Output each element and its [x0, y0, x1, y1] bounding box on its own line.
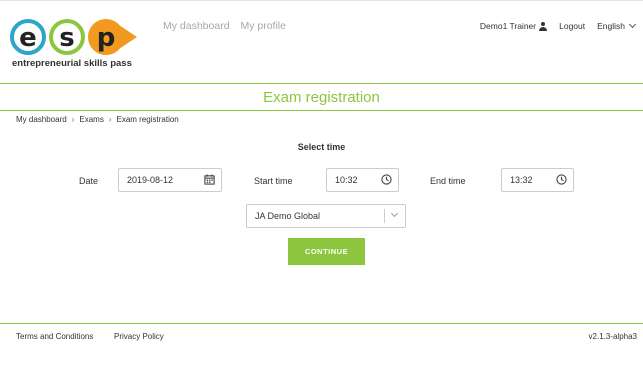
- header: e s p entrepreneurial skills pass My das…: [0, 1, 643, 83]
- footer-divider: [0, 323, 643, 324]
- breadcrumb: My dashboard › Exams › Exam registration: [16, 115, 179, 124]
- breadcrumb-chevron-icon: ›: [108, 115, 112, 124]
- logout-link[interactable]: Logout: [559, 21, 585, 31]
- end-time-input[interactable]: 13:32: [501, 168, 574, 192]
- organisation-select[interactable]: JA Demo Global: [246, 204, 406, 228]
- organisation-value: JA Demo Global: [255, 211, 321, 221]
- breadcrumb-exams[interactable]: Exams: [79, 115, 103, 124]
- start-time-value: 10:32: [335, 175, 358, 185]
- date-value: 2019-08-12: [127, 175, 174, 185]
- start-time-label: Start time: [254, 176, 293, 186]
- user-name: Demo1 Trainer: [479, 21, 537, 31]
- user-menu[interactable]: Demo1 Trainer: [479, 21, 548, 31]
- user-area: Demo1 Trainer Logout English: [468, 20, 637, 31]
- form-heading: Select time: [297, 142, 346, 152]
- language-label: English: [597, 21, 625, 31]
- title-divider: [0, 110, 643, 111]
- privacy-link[interactable]: Privacy Policy: [114, 332, 164, 341]
- logo-circles: e s p: [10, 17, 140, 57]
- chevron-down-icon: [628, 20, 637, 29]
- logo-letter-s: s: [49, 19, 85, 55]
- terms-link[interactable]: Terms and Conditions: [16, 332, 93, 341]
- date-label: Date: [79, 176, 99, 186]
- clock-icon[interactable]: [556, 174, 567, 185]
- logo-letter-p: p: [88, 19, 124, 55]
- start-time-input[interactable]: 10:32: [326, 168, 399, 192]
- logout-label: Logout: [559, 21, 586, 31]
- calendar-icon[interactable]: [204, 174, 215, 185]
- breadcrumb-my-dashboard[interactable]: My dashboard: [16, 115, 67, 124]
- header-divider: [0, 83, 643, 84]
- user-icon: [539, 22, 548, 31]
- breadcrumb-exam-registration: Exam registration: [116, 115, 179, 124]
- breadcrumb-chevron-icon: ›: [71, 115, 75, 124]
- logo-tagline: entrepreneurial skills pass: [12, 58, 132, 69]
- end-time-value: 13:32: [510, 175, 533, 185]
- date-input[interactable]: 2019-08-12: [118, 168, 222, 192]
- select-divider: [384, 209, 385, 223]
- nav-my-profile[interactable]: My profile: [240, 20, 286, 32]
- version-label: v2.1.3-alpha3: [588, 332, 637, 341]
- page-title: Exam registration: [263, 89, 380, 106]
- continue-button[interactable]: CONTINUE: [288, 238, 365, 265]
- clock-icon[interactable]: [381, 174, 392, 185]
- chevron-down-icon: [390, 209, 399, 218]
- nav-my-dashboard[interactable]: My dashboard: [163, 20, 230, 32]
- language-select[interactable]: English: [597, 20, 637, 31]
- logo-letter-e: e: [10, 19, 46, 55]
- end-time-label: End time: [430, 176, 466, 186]
- main-nav: My dashboard My profile: [163, 20, 294, 32]
- esp-logo[interactable]: e s p entrepreneurial skills pass: [10, 17, 140, 73]
